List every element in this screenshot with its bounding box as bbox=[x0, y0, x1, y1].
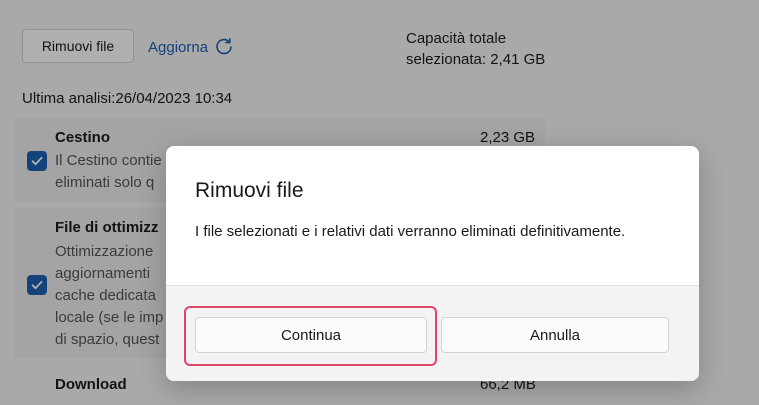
continue-highlight-box bbox=[184, 306, 437, 366]
dialog-message: I file selezionati e i relativi dati ver… bbox=[195, 223, 626, 240]
dialog-title: Rimuovi file bbox=[195, 179, 304, 202]
cancel-button[interactable]: Annulla bbox=[441, 317, 669, 353]
storage-cleanup-page: Rimuovi file Aggiorna Capacità totale se… bbox=[0, 0, 759, 405]
